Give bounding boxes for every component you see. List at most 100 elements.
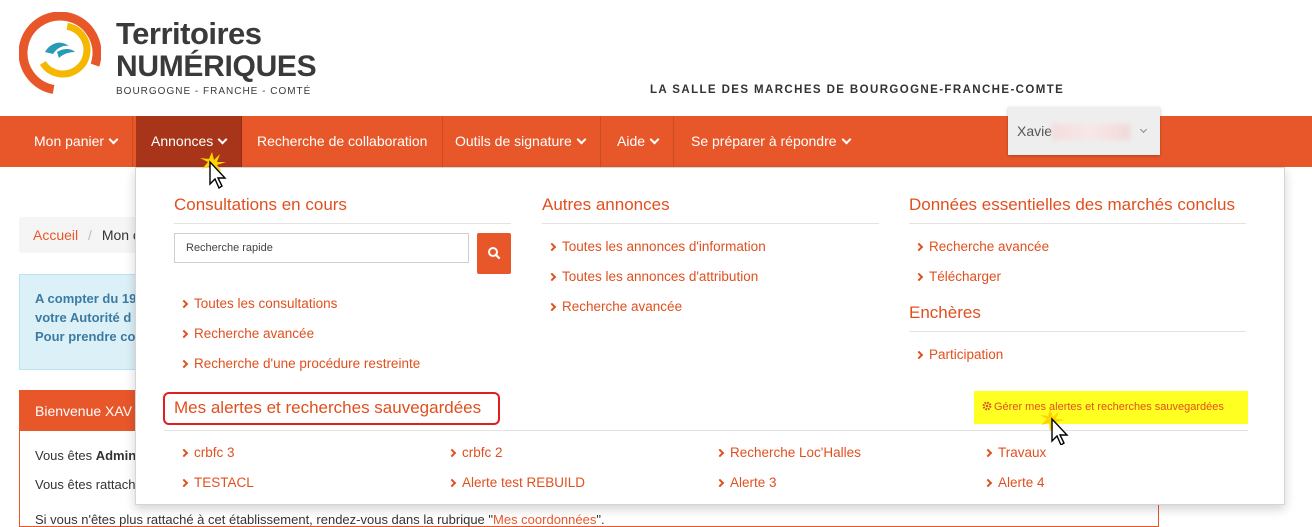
alert-label: Alerte test REBUILD bbox=[462, 475, 586, 490]
chevron-right-icon bbox=[914, 242, 924, 252]
nav-label: Se préparer à répondre bbox=[691, 133, 837, 149]
link-label: Toutes les annonces d'information bbox=[562, 239, 766, 254]
link-recherche-avancee-donnees[interactable]: Recherche avancée bbox=[914, 239, 1050, 254]
manage-alerts-button[interactable]: Gérer mes alertes et recherches sauvegar… bbox=[974, 391, 1248, 424]
alert-item[interactable]: TESTACL bbox=[179, 475, 254, 490]
link-toutes-consultations[interactable]: Toutes les consultations bbox=[179, 296, 338, 311]
link-participation[interactable]: Participation bbox=[914, 347, 1004, 362]
chevron-right-icon bbox=[983, 478, 993, 488]
divider bbox=[909, 223, 1246, 224]
alert-item[interactable]: Travaux bbox=[983, 445, 1046, 460]
nav-label: Recherche de collaboration bbox=[257, 133, 428, 149]
link-label: Toutes les consultations bbox=[194, 296, 338, 311]
chevron-right-icon bbox=[914, 350, 924, 360]
chevron-down-icon bbox=[576, 134, 587, 145]
nav-aide[interactable]: Aide bbox=[602, 116, 675, 167]
chevron-down-icon bbox=[108, 134, 119, 145]
mouse-cursor-icon bbox=[200, 152, 227, 190]
nav-label: Annonces bbox=[151, 133, 214, 149]
alert-label: Alerte 4 bbox=[998, 475, 1045, 490]
chevron-right-icon bbox=[715, 448, 725, 458]
chevron-right-icon bbox=[983, 448, 993, 458]
nav-outils-signature[interactable]: Outils de signature bbox=[440, 116, 601, 167]
divider bbox=[909, 331, 1246, 332]
divider bbox=[164, 430, 1248, 431]
search-button[interactable] bbox=[477, 233, 511, 274]
site-tagline: LA SALLE DES MARCHES DE BOURGOGNE-FRANCH… bbox=[650, 84, 1065, 96]
chevron-down-icon bbox=[841, 134, 851, 145]
search-icon bbox=[488, 247, 501, 260]
link-label: Recherche avancée bbox=[929, 239, 1050, 254]
mes-coordonnees-link[interactable]: Mes coordonnées bbox=[493, 512, 596, 527]
nav-label: Aide bbox=[617, 133, 646, 149]
alert-item[interactable]: crbfc 3 bbox=[179, 445, 235, 460]
alert-label: crbfc 3 bbox=[194, 445, 235, 460]
welcome-help-prefix: Si vous n'êtes plus rattaché à cet établ… bbox=[35, 512, 494, 527]
chevron-right-icon bbox=[179, 359, 189, 369]
divider bbox=[542, 223, 879, 224]
nav-recherche-collaboration[interactable]: Recherche de collaboration bbox=[242, 116, 444, 167]
chevron-right-icon bbox=[179, 478, 189, 488]
link-label: Recherche avancée bbox=[562, 299, 683, 314]
col-consultations-title: Consultations en cours bbox=[174, 195, 347, 214]
alert-label: crbfc 2 bbox=[462, 445, 503, 460]
alert-item[interactable]: Recherche Loc'Halles bbox=[715, 445, 861, 460]
alert-item[interactable]: crbfc 2 bbox=[447, 445, 503, 460]
brand-line3: BOURGOGNE - FRANCHE - COMTÉ bbox=[116, 86, 312, 97]
annonces-mega-menu: Consultations en cours Recherche rapide … bbox=[135, 167, 1285, 505]
gear-icon bbox=[982, 401, 992, 411]
alert-item[interactable]: Alerte 3 bbox=[715, 475, 777, 490]
site-header: Territoires NUMÉRIQUES BOURGOGNE - FRANC… bbox=[0, 0, 1312, 116]
welcome-role: Admin bbox=[95, 448, 137, 463]
chevron-right-icon bbox=[179, 448, 189, 458]
quick-search-input[interactable]: Recherche rapide bbox=[174, 233, 469, 263]
welcome-role-line: Vous êtes Admin bbox=[35, 448, 136, 463]
nav-mon-panier[interactable]: Mon panier bbox=[19, 116, 134, 167]
territoires-numeriques-logo-icon[interactable] bbox=[19, 12, 101, 94]
link-label: Recherche avancée bbox=[194, 326, 315, 341]
welcome-help-line: Si vous n'êtes plus rattaché à cet établ… bbox=[35, 512, 605, 527]
link-label: Participation bbox=[929, 347, 1004, 362]
link-annonces-information[interactable]: Toutes les annonces d'information bbox=[547, 239, 766, 254]
chevron-right-icon bbox=[447, 448, 457, 458]
col-encheres-title: Enchères bbox=[909, 303, 981, 322]
link-label: Télécharger bbox=[929, 269, 1002, 284]
brand-line1: Territoires bbox=[116, 16, 262, 51]
alert-item[interactable]: Alerte 4 bbox=[983, 475, 1045, 490]
alert-item[interactable]: Alerte test REBUILD bbox=[447, 475, 586, 490]
chevron-right-icon bbox=[547, 242, 557, 252]
chevron-right-icon bbox=[914, 272, 924, 282]
link-label: Toutes les annonces d'attribution bbox=[562, 269, 759, 284]
link-procedure-restreinte[interactable]: Recherche d'une procédure restreinte bbox=[179, 356, 420, 371]
link-telecharger[interactable]: Télécharger bbox=[914, 269, 1002, 284]
welcome-title-text: Bienvenue XAV bbox=[35, 403, 133, 419]
chevron-right-icon bbox=[547, 302, 557, 312]
link-recherche-avancee-consultations[interactable]: Recherche avancée bbox=[179, 326, 315, 341]
alert-label: Alerte 3 bbox=[730, 475, 777, 490]
chevron-right-icon bbox=[179, 299, 189, 309]
nav-se-preparer[interactable]: Se préparer à répondre bbox=[676, 116, 865, 167]
breadcrumb-separator: / bbox=[88, 227, 92, 243]
alert-label: Recherche Loc'Halles bbox=[730, 445, 861, 460]
welcome-help-suffix: ". bbox=[596, 512, 605, 527]
breadcrumb-home-link[interactable]: Accueil bbox=[33, 227, 78, 243]
link-recherche-avancee-annonces[interactable]: Recherche avancée bbox=[547, 299, 683, 314]
chevron-down-icon bbox=[1139, 125, 1148, 134]
alert-label: TESTACL bbox=[194, 475, 254, 490]
welcome-org-line: Vous êtes rattach bbox=[35, 477, 136, 492]
divider bbox=[174, 223, 511, 224]
chevron-down-icon bbox=[217, 134, 228, 145]
welcome-role-prefix: Vous êtes bbox=[35, 448, 96, 463]
chevron-right-icon bbox=[715, 478, 725, 488]
brand-line2: NUMÉRIQUES bbox=[116, 50, 317, 83]
mouse-cursor-icon bbox=[1040, 409, 1069, 445]
chevron-down-icon bbox=[649, 134, 660, 145]
chevron-right-icon bbox=[447, 478, 457, 488]
user-name: Xavie bbox=[1017, 123, 1053, 139]
alerts-title-highlight bbox=[163, 392, 500, 425]
chevron-right-icon bbox=[179, 329, 189, 339]
redacted-name bbox=[1052, 124, 1131, 141]
link-annonces-attribution[interactable]: Toutes les annonces d'attribution bbox=[547, 269, 759, 284]
chevron-right-icon bbox=[547, 272, 557, 282]
user-menu[interactable]: Xavie bbox=[1008, 107, 1160, 155]
